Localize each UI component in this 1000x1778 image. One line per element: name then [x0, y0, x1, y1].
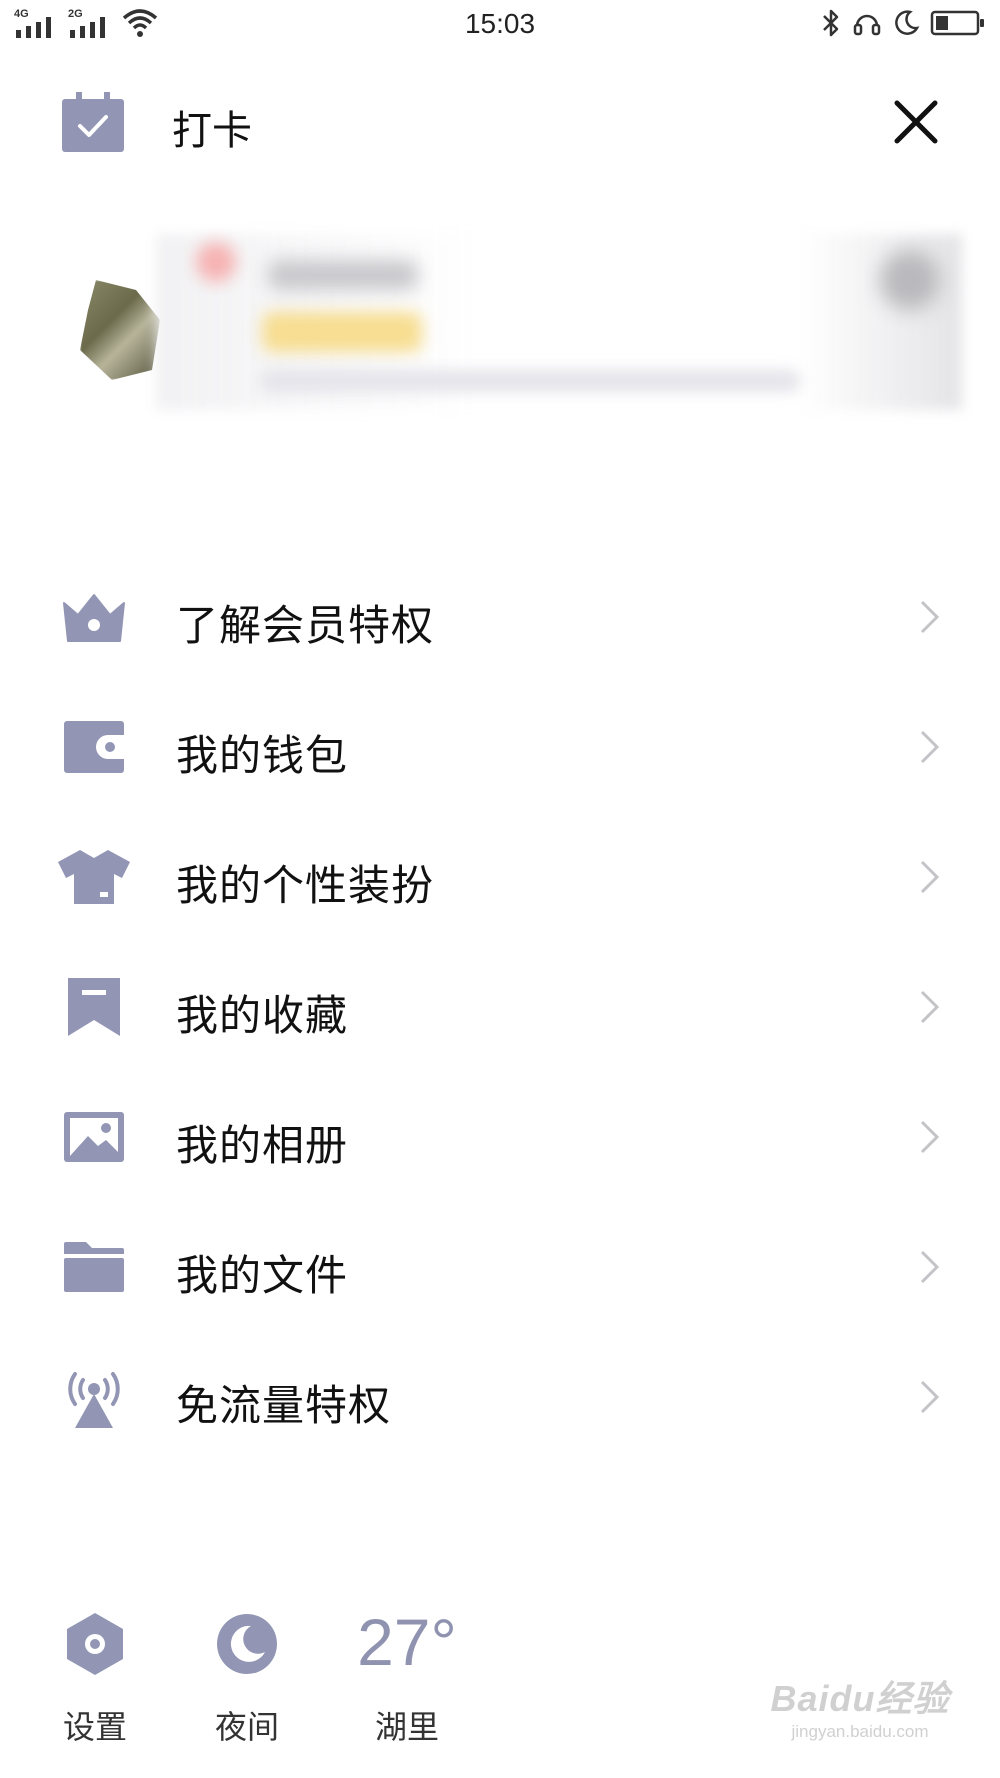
- chevron-right-icon: [920, 730, 940, 764]
- menu-item-dressup[interactable]: 我的个性装扮: [0, 812, 1000, 942]
- baidu-jingyan-watermark: Baidu经验 jingyan.baidu.com: [760, 1670, 960, 1760]
- signal-tower-icon: [56, 1365, 132, 1429]
- gear-icon: [40, 1604, 150, 1684]
- menu-item-label: 我的个性装扮: [176, 861, 435, 910]
- folder-icon: [56, 1235, 132, 1299]
- night-moon-icon: [192, 1604, 302, 1684]
- blurred-signature: [260, 370, 800, 392]
- blurred-nickname: [268, 260, 418, 290]
- menu-item-album[interactable]: 我的相册: [0, 1072, 1000, 1202]
- menu-item-label: 了解会员特权: [176, 601, 435, 650]
- menu-item-favorites[interactable]: 我的收藏: [0, 942, 1000, 1072]
- close-button[interactable]: [888, 94, 944, 150]
- chevron-right-icon: [920, 1250, 940, 1284]
- weather-widget[interactable]: 27° 湖里: [344, 1604, 470, 1754]
- close-icon: [894, 100, 938, 144]
- menu-item-vip[interactable]: 了解会员特权: [0, 552, 1000, 682]
- blurred-qr-icon: [880, 250, 940, 310]
- tshirt-icon: [56, 845, 132, 909]
- chevron-right-icon: [920, 1120, 940, 1154]
- chevron-right-icon: [920, 990, 940, 1024]
- calendar-check-icon[interactable]: [60, 90, 126, 154]
- headset-icon: [853, 14, 881, 36]
- location-label: 湖里: [374, 1708, 439, 1746]
- settings-label: 设置: [62, 1708, 127, 1746]
- photo-icon: [56, 1105, 132, 1169]
- watermark-sub: jingyan.baidu.com: [791, 1722, 929, 1741]
- temperature: 27°: [357, 1605, 457, 1679]
- menu-item-label: 我的文件: [176, 1251, 349, 1300]
- menu-item-wallet[interactable]: 我的钱包: [0, 682, 1000, 812]
- status-bar: 4G 2G 15:03: [0, 0, 1000, 52]
- menu-item-label: 我的收藏: [176, 991, 349, 1040]
- chevron-right-icon: [920, 860, 940, 894]
- crown-icon: [56, 585, 132, 649]
- blurred-level-icon: [196, 242, 236, 282]
- profile-card[interactable]: [0, 220, 1000, 430]
- status-right: [820, 8, 986, 38]
- menu-item-label: 我的相册: [176, 1121, 349, 1170]
- battery-icon: [930, 10, 984, 36]
- bookmark-icon: [56, 975, 132, 1039]
- menu-item-free-data[interactable]: 免流量特权: [0, 1332, 1000, 1462]
- night-mode-button[interactable]: 夜间: [192, 1604, 302, 1754]
- do-not-disturb-moon-icon: [895, 10, 920, 35]
- blurred-vip-badge: [262, 312, 422, 352]
- wallet-icon: [56, 715, 132, 779]
- avatar[interactable]: [80, 280, 160, 380]
- menu-item-files[interactable]: 我的文件: [0, 1202, 1000, 1332]
- checkin-label[interactable]: 打卡: [172, 98, 252, 156]
- menu-item-label: 我的钱包: [176, 731, 349, 780]
- bluetooth-icon: [823, 9, 839, 37]
- drawer-menu: 了解会员特权 我的钱包 我的个性装扮 我的收藏 我的相册 我的文件 免流量特权: [0, 552, 1000, 1462]
- chevron-right-icon: [920, 1380, 940, 1414]
- night-label: 夜间: [214, 1708, 279, 1746]
- settings-button[interactable]: 设置: [40, 1604, 150, 1754]
- drawer-header: 打卡: [0, 70, 1000, 180]
- chevron-right-icon: [920, 600, 940, 634]
- menu-item-label: 免流量特权: [176, 1381, 392, 1430]
- watermark-main: Baidu经验: [770, 1678, 950, 1719]
